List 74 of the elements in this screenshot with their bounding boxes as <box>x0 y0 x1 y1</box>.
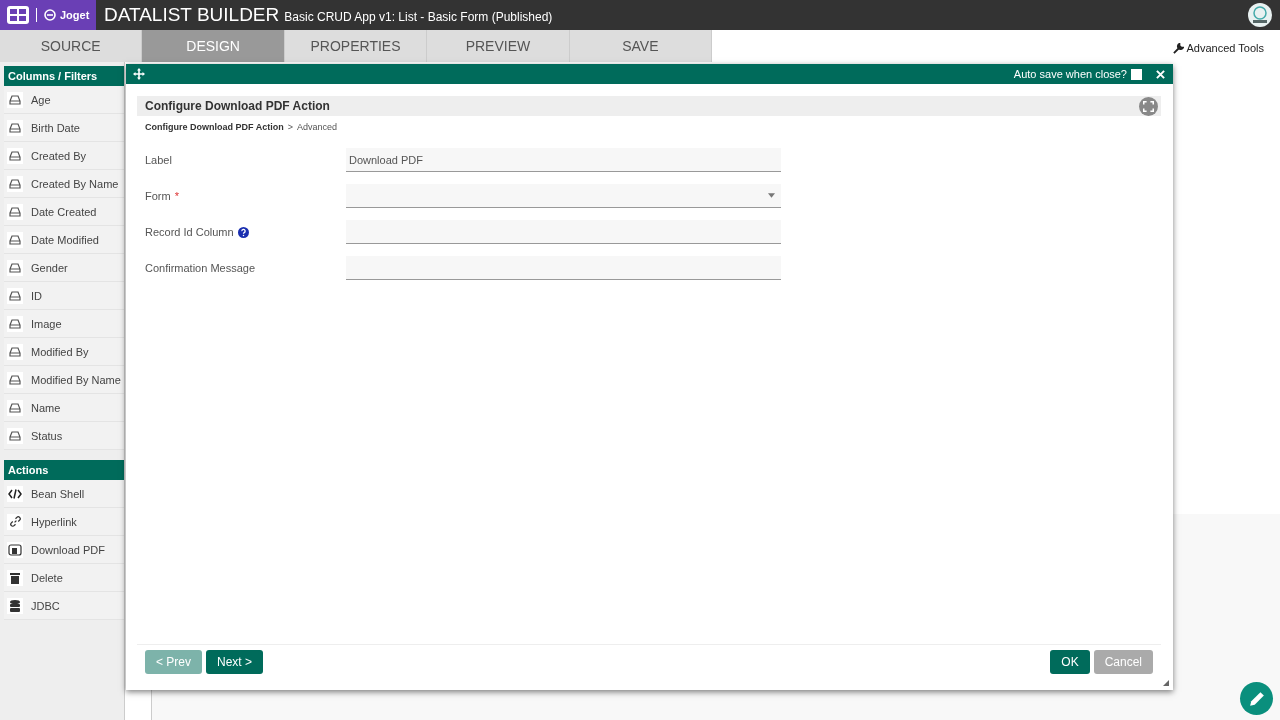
palette-item[interactable]: Bean Shell <box>4 480 124 508</box>
ok-button[interactable]: OK <box>1050 650 1090 674</box>
section-header: Actions <box>4 460 124 480</box>
code-icon <box>8 488 22 499</box>
palette-item[interactable]: ID <box>4 282 124 310</box>
dropdown-caret-icon <box>768 193 775 198</box>
logo-area[interactable]: Joget <box>0 0 96 30</box>
auto-save-checkbox[interactable] <box>1131 68 1142 80</box>
auto-save-label: Auto save when close? <box>1013 68 1127 80</box>
palette-item[interactable]: Created By <box>4 142 124 170</box>
move-icon[interactable] <box>133 68 145 80</box>
drive-icon <box>9 318 21 329</box>
builder-tab[interactable]: PROPERTIES <box>284 30 428 62</box>
builder-tab[interactable]: PREVIEW <box>427 30 570 62</box>
text-field[interactable] <box>346 256 781 280</box>
text-field[interactable]: Download PDF <box>346 148 781 172</box>
field-label: Record Id Column <box>145 226 234 238</box>
database-icon <box>10 599 20 612</box>
field-label: Form <box>145 190 171 202</box>
field-label: Confirmation Message <box>145 262 256 274</box>
breadcrumb-step[interactable]: Configure Download PDF Action <box>145 122 284 132</box>
brand-name: Joget <box>60 9 90 21</box>
builder-title: DATALIST BUILDER <box>104 4 280 26</box>
builder-tab[interactable]: SAVE <box>569 30 713 62</box>
dialog-heading: Configure Download PDF Action <box>145 99 330 113</box>
wrench-icon <box>1172 43 1184 54</box>
drive-icon <box>9 402 21 413</box>
drive-icon <box>9 206 21 217</box>
apps-grid-icon[interactable] <box>7 6 29 24</box>
drive-icon <box>9 430 21 441</box>
palette-item[interactable]: Birth Date <box>4 114 124 142</box>
drive-icon <box>9 178 21 189</box>
drive-icon <box>9 94 21 105</box>
palette-item[interactable]: Gender <box>4 254 124 282</box>
app-subtitle: Basic CRUD App v1: List - Basic Form (Published) <box>284 10 553 24</box>
required-mark: * <box>174 190 179 202</box>
close-icon[interactable] <box>1156 69 1165 79</box>
text-field[interactable] <box>346 220 781 244</box>
avatar-icon[interactable] <box>1248 3 1272 27</box>
palette-item[interactable]: Date Created <box>4 198 124 226</box>
advanced-tools-link[interactable]: Advanced Tools <box>1172 30 1280 62</box>
palette-item[interactable]: Modified By <box>4 338 124 366</box>
palette-item[interactable]: Created By Name <box>4 170 124 198</box>
link-icon <box>9 516 21 527</box>
trash-icon <box>10 571 20 584</box>
palette-item[interactable]: Image <box>4 310 124 338</box>
palette-item[interactable]: Delete <box>4 564 124 592</box>
drive-icon <box>9 374 21 385</box>
breadcrumb-separator: > <box>287 122 293 132</box>
palette-item[interactable]: Modified By Name <box>4 366 124 394</box>
drive-icon <box>9 262 21 273</box>
form-select[interactable] <box>346 184 781 208</box>
breadcrumb-step[interactable]: Advanced <box>296 122 337 132</box>
drive-icon <box>9 346 21 357</box>
palette-item[interactable]: Download PDF <box>4 536 124 564</box>
fullscreen-icon[interactable] <box>1139 96 1158 116</box>
drive-icon <box>9 122 21 133</box>
field-label: Label <box>145 154 172 166</box>
palette-item[interactable]: Name <box>4 394 124 422</box>
resize-handle-icon[interactable] <box>1163 680 1169 686</box>
palette-item[interactable]: Date Modified <box>4 226 124 254</box>
palette-item[interactable]: Hyperlink <box>4 508 124 536</box>
drive-icon <box>9 150 21 161</box>
help-icon[interactable] <box>237 226 249 238</box>
palette-item[interactable]: Status <box>4 422 124 450</box>
palette-item[interactable]: Age <box>4 86 124 114</box>
section-header: Columns / Filters <box>4 66 124 86</box>
palette-item[interactable]: JDBC <box>4 592 124 620</box>
document-icon <box>8 543 22 556</box>
drive-icon <box>9 290 21 301</box>
brand-icon <box>44 9 56 21</box>
drive-icon <box>9 234 21 245</box>
pencil-icon <box>1248 690 1265 707</box>
next-button[interactable]: Next > <box>206 650 264 674</box>
